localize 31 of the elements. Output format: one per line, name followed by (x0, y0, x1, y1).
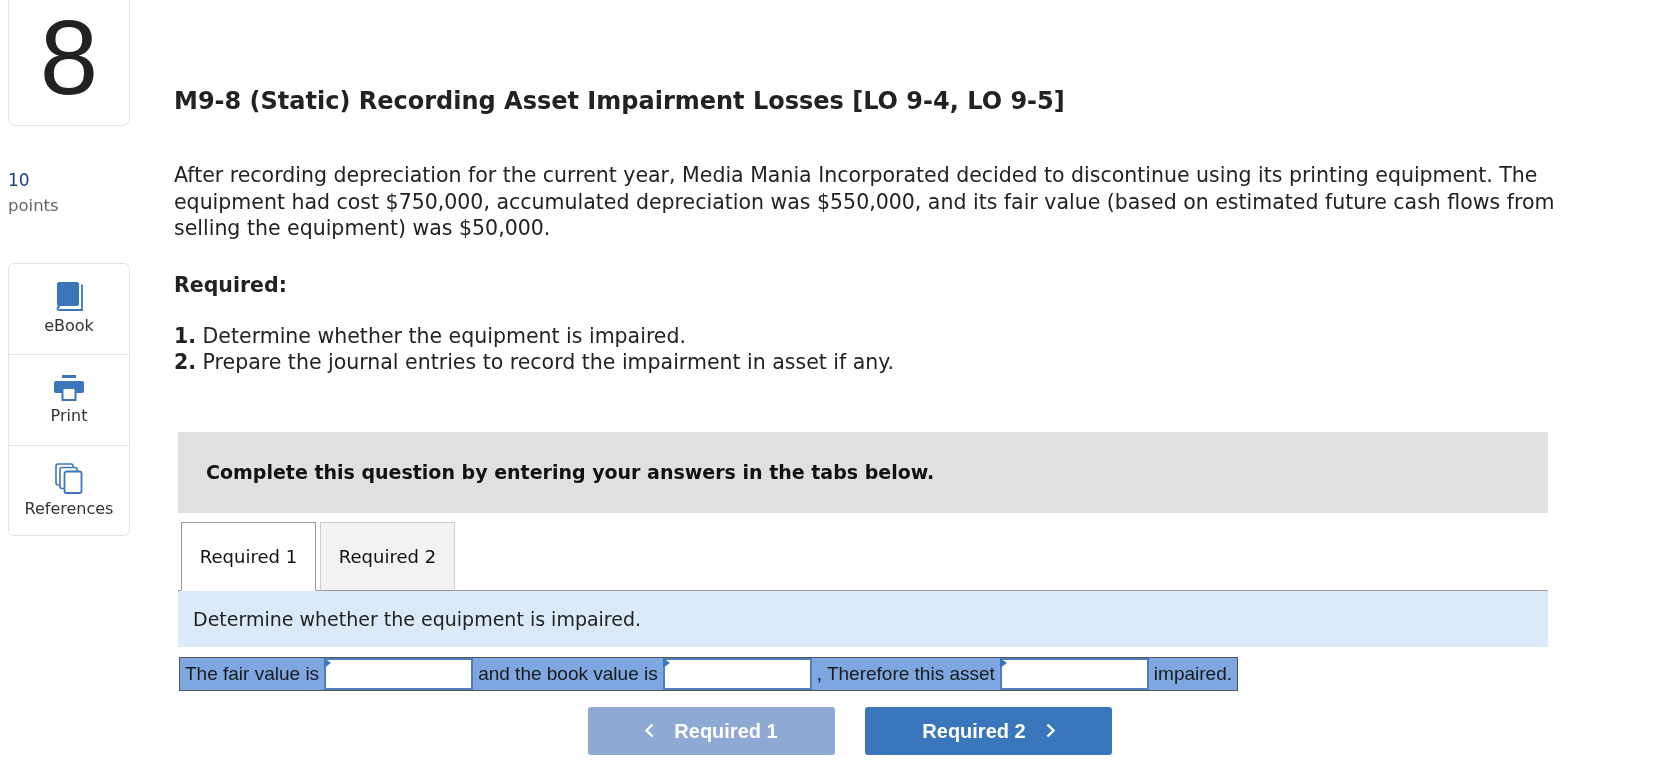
tab[interactable]: Required 1 (181, 521, 316, 591)
corner-marker-icon (324, 657, 332, 668)
answer-label: The fair value is (184, 661, 321, 686)
corner-marker-icon (999, 657, 1007, 668)
points-label: points (8, 196, 59, 216)
answer-label: impaired. (1152, 661, 1233, 686)
printer-icon (54, 374, 84, 401)
tool-button[interactable]: Print (8, 354, 130, 445)
answer-label: , Therefore this asset (815, 661, 996, 686)
question-title: M9-8 (Static) Recording Asset Impairment Losses [LO 9-4, LO 9-5] (174, 86, 1065, 117)
stacked-pages-icon (55, 462, 83, 494)
next-button[interactable]: Required 2 (865, 706, 1112, 755)
answer-label: and the book value is (477, 661, 659, 686)
tool-button[interactable]: References (8, 445, 130, 536)
tab[interactable]: Required 2 (320, 521, 455, 591)
requirement-item: 2. Prepare the journal entries to record the impairment in asset if any. (174, 348, 895, 375)
question-number: 8 (39, 5, 99, 110)
answer-input[interactable] (999, 657, 1149, 690)
problem-text: After recording depreciation for the current year, Media Mania Incorporated decided to discontinue using its printing equipment. The equipment had cost $750,000, accumulated depreciation was $550,000, and its fair value (based on estimated future cash flows from selling the equipment) was $50,000. (174, 162, 1556, 242)
tab-prompt: Determine whether the equipment is impaired. (193, 606, 642, 632)
book-icon (55, 282, 83, 311)
chevron-right-icon (1045, 723, 1055, 739)
required-heading: Required: (174, 271, 287, 298)
corner-marker-icon (662, 657, 670, 668)
instructions-text: Complete this question by entering your answers in the tabs below. (206, 460, 935, 486)
requirement-item: 1. Determine whether the equipment is impaired. (174, 322, 686, 349)
points-value: 10 (8, 170, 30, 190)
tool-button[interactable]: eBook (8, 263, 130, 354)
answer-input[interactable] (324, 657, 474, 690)
chevron-left-icon (645, 723, 655, 739)
answer-input[interactable] (662, 657, 812, 690)
